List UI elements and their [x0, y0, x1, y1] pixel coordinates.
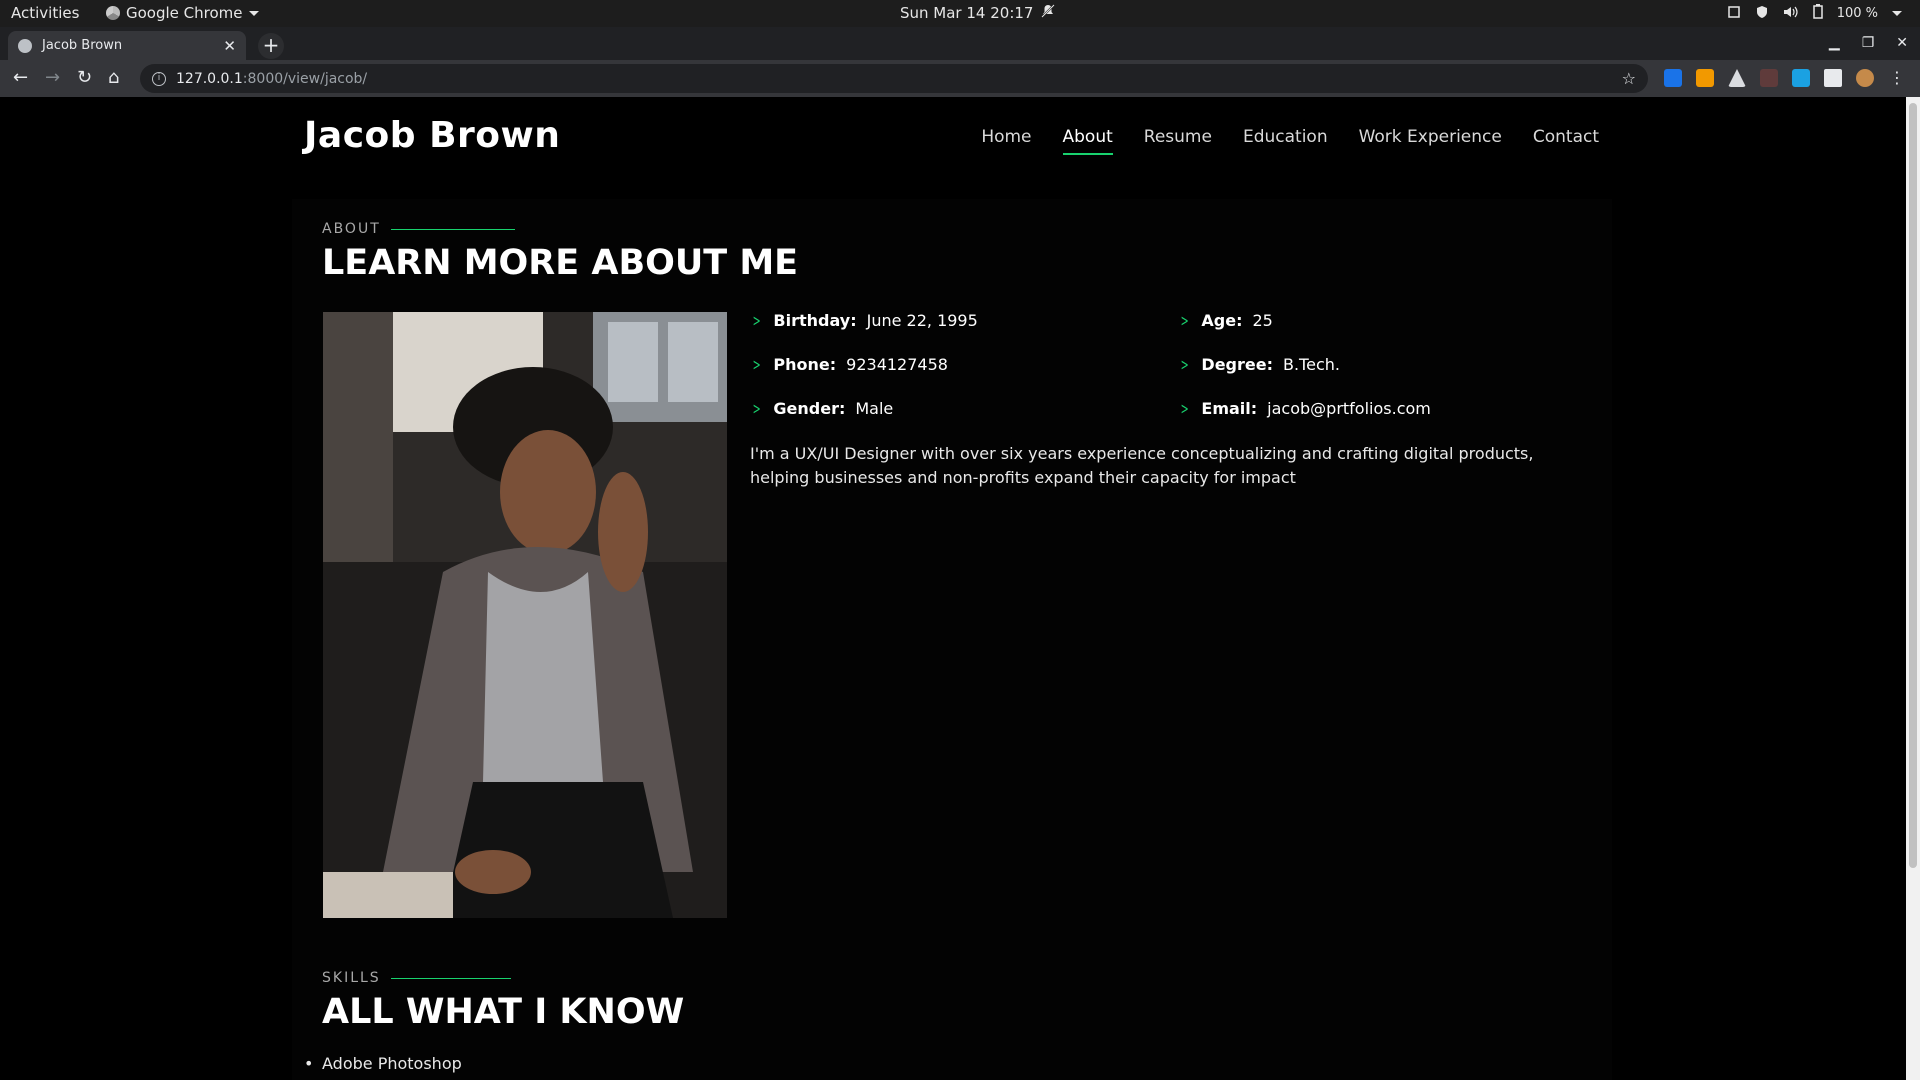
- nav-contact[interactable]: Contact: [1533, 127, 1599, 147]
- address-bar[interactable]: i 127.0.0.1:8000/view/jacob/ ☆: [140, 64, 1648, 93]
- scrollbar-thumb[interactable]: [1909, 103, 1917, 868]
- skills-eyebrow: SKILLS: [322, 970, 511, 986]
- fact-value: Male: [855, 399, 894, 418]
- clock[interactable]: Sun Mar 14 20:17: [900, 4, 1056, 22]
- profile-avatar[interactable]: [1856, 69, 1874, 87]
- extension-disabled-icon[interactable]: [1760, 69, 1778, 87]
- info-icon[interactable]: i: [152, 71, 166, 86]
- shield-icon: [1755, 5, 1769, 23]
- app-menu-label: Google Chrome: [126, 4, 243, 22]
- profile-photo: [323, 312, 727, 918]
- close-window-icon[interactable]: ✕: [1896, 35, 1908, 51]
- chevron-down-icon: [1892, 11, 1902, 16]
- kebab-menu-icon[interactable]: ⋮: [1888, 69, 1906, 87]
- activities-button[interactable]: Activities: [11, 4, 79, 22]
- chevron-down-icon: [248, 10, 259, 16]
- fact-email: > Email: jacob@prtfolios.com: [1178, 399, 1431, 418]
- extension-translate-icon[interactable]: [1664, 69, 1682, 87]
- fact-age: > Age: 25: [1178, 311, 1273, 330]
- tab-strip: Jacob Brown ✕ + ▁ ❐ ✕: [0, 27, 1920, 60]
- system-tray[interactable]: 100 %: [1727, 4, 1902, 23]
- fact-birthday: > Birthday: June 22, 1995: [750, 311, 978, 330]
- app-menu[interactable]: Google Chrome: [106, 4, 259, 22]
- fact-label: Email:: [1201, 399, 1258, 418]
- extension-triangle-icon[interactable]: [1728, 69, 1746, 87]
- nav-resume[interactable]: Resume: [1144, 127, 1212, 147]
- email-link[interactable]: jacob@prtfolios.com: [1267, 399, 1431, 418]
- battery-icon: [1812, 4, 1823, 23]
- chevron-right-icon: >: [1180, 355, 1189, 374]
- chevron-right-icon: >: [752, 399, 761, 418]
- skills-list: Adobe Photoshop: [304, 1054, 462, 1073]
- url-path: :8000/view/jacob/: [242, 70, 368, 87]
- globe-icon: [18, 38, 32, 53]
- back-icon[interactable]: ←: [13, 68, 28, 88]
- fact-label: Birthday:: [773, 311, 857, 330]
- fact-value: B.Tech.: [1282, 355, 1340, 374]
- about-eyebrow: ABOUT: [322, 221, 515, 237]
- skills-eyebrow-label: SKILLS: [322, 970, 381, 986]
- about-heading: LEARN MORE ABOUT ME: [322, 243, 799, 283]
- site-logo[interactable]: Jacob Brown: [304, 115, 560, 156]
- chevron-right-icon: >: [752, 311, 761, 330]
- skill-item: Adobe Photoshop: [304, 1054, 462, 1073]
- screen-icon: [1727, 5, 1741, 23]
- puzzle-icon[interactable]: [1824, 69, 1842, 87]
- extension-u-icon[interactable]: [1792, 69, 1810, 87]
- new-tab-button[interactable]: +: [258, 33, 284, 59]
- fact-value: 9234127458: [846, 355, 948, 374]
- notifications-muted-icon: [1041, 4, 1056, 22]
- nav-work-experience[interactable]: Work Experience: [1359, 127, 1502, 147]
- forward-icon[interactable]: →: [45, 68, 60, 88]
- skills-heading: ALL WHAT I KNOW: [322, 992, 685, 1032]
- fact-label: Age:: [1201, 311, 1243, 330]
- home-icon[interactable]: ⌂: [108, 68, 119, 88]
- divider: [390, 228, 515, 230]
- browser-toolbar: ← → ↻ ⌂ i 127.0.0.1:8000/view/jacob/ ☆ ⋮: [0, 60, 1920, 97]
- browser-tab[interactable]: Jacob Brown ✕: [8, 31, 246, 60]
- volume-icon: [1783, 5, 1799, 23]
- url-host: 127.0.0.1: [176, 70, 243, 87]
- chevron-right-icon: >: [1180, 399, 1189, 418]
- reload-icon[interactable]: ↻: [77, 68, 92, 88]
- main-nav: Home About Resume Education Work Experie…: [981, 127, 1599, 155]
- fact-value: June 22, 1995: [866, 311, 978, 330]
- nav-education[interactable]: Education: [1243, 127, 1328, 147]
- restore-icon[interactable]: ❐: [1862, 35, 1875, 51]
- fact-phone: > Phone: 9234127458: [750, 355, 948, 374]
- fact-degree: > Degree: B.Tech.: [1178, 355, 1340, 374]
- rss-icon[interactable]: [1696, 69, 1714, 87]
- fact-label: Phone:: [773, 355, 837, 374]
- chevron-right-icon: >: [752, 355, 761, 374]
- site-header: Jacob Brown Home About Resume Education …: [0, 97, 1906, 179]
- minimize-icon[interactable]: ▁: [1829, 35, 1840, 51]
- extension-icons: ⋮: [1664, 69, 1906, 87]
- fact-label: Gender:: [773, 399, 846, 418]
- fact-value: 25: [1252, 311, 1273, 330]
- nav-about[interactable]: About: [1062, 127, 1114, 155]
- close-icon[interactable]: ✕: [223, 37, 236, 55]
- about-section: ABOUT LEARN MORE ABOUT ME > Birthday: Ju…: [292, 199, 1612, 1080]
- about-eyebrow-label: ABOUT: [322, 221, 381, 237]
- window-controls: ▁ ❐ ✕: [1829, 35, 1908, 51]
- about-bio: I'm a UX/UI Designer with over six years…: [750, 444, 1534, 487]
- system-top-bar: Activities Google Chrome Sun Mar 14 20:1…: [0, 0, 1920, 27]
- clock-label: Sun Mar 14 20:17: [900, 4, 1034, 22]
- fact-gender: > Gender: Male: [750, 399, 894, 418]
- bookmark-star-icon[interactable]: ☆: [1622, 69, 1636, 88]
- divider: [390, 977, 511, 979]
- fact-label: Degree:: [1201, 355, 1273, 374]
- chrome-icon: [106, 6, 120, 20]
- chevron-right-icon: >: [1180, 311, 1189, 330]
- page-scrollbar[interactable]: [1906, 97, 1920, 1080]
- web-page: Jacob Brown Home About Resume Education …: [0, 97, 1906, 1080]
- battery-level: 100 %: [1836, 6, 1878, 21]
- tab-title: Jacob Brown: [42, 38, 123, 53]
- nav-home[interactable]: Home: [981, 127, 1031, 147]
